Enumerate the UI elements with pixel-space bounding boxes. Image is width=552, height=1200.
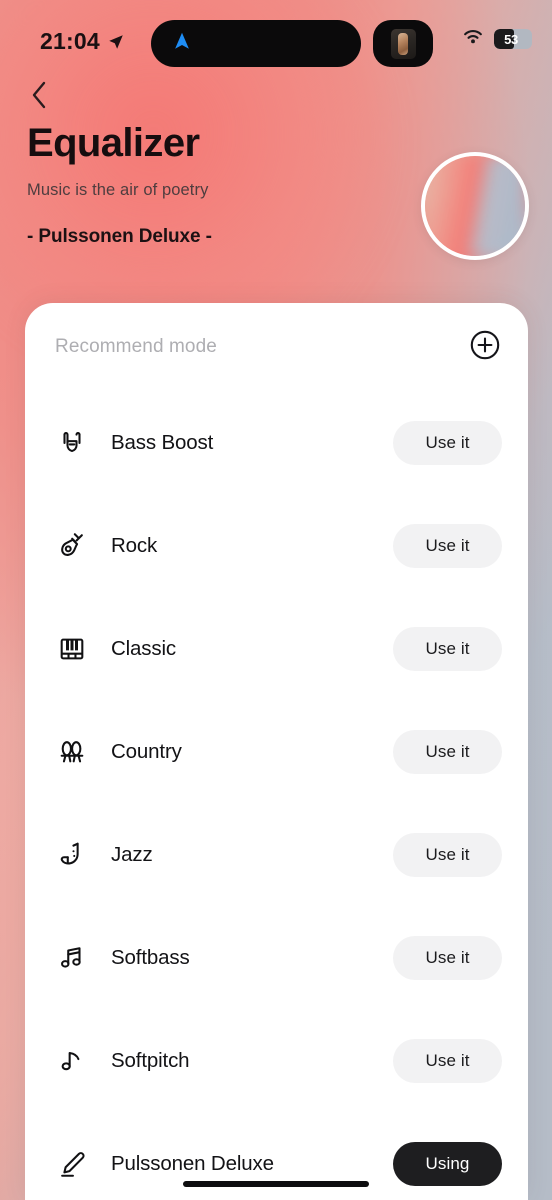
chevron-left-icon [28,80,50,115]
rock-hand-icon [55,426,89,460]
status-bar-indicators: 53 [462,28,532,50]
list-item-label: Pulssonen Deluxe [111,1151,274,1175]
list-item-label: Jazz [111,842,153,866]
list-item-label: Softpitch [111,1048,190,1072]
current-mode-label: - Pulssonen Deluxe - [27,226,212,247]
card-header: Recommend mode [25,303,528,391]
list-item[interactable]: Bass Boost Use it [55,391,502,494]
location-arrow-icon [107,33,125,51]
double-note-icon [55,941,89,975]
use-mode-button[interactable]: Use it [393,832,502,877]
piano-icon [55,632,89,666]
saxophone-icon [55,838,89,872]
page-subtitle: Music is the air of poetry [27,181,209,199]
dynamic-island[interactable] [151,20,361,67]
eq-mode-list: Bass Boost Use it Rock Use it Classic Us… [25,391,528,1200]
page-title: Equalizer [27,121,200,165]
use-mode-button[interactable]: Use it [393,729,502,774]
list-item[interactable]: Classic Use it [55,597,502,700]
status-bar: 21:04 53 [0,0,552,74]
status-bar-clock: 21:04 [40,28,100,54]
navigation-arrow-icon [171,30,193,57]
guitar-icon [55,529,89,563]
add-mode-button[interactable] [468,330,502,364]
back-button[interactable] [18,76,60,118]
bongo-drums-icon [55,735,89,769]
battery-percent-label: 53 [504,31,518,47]
recommend-mode-card: Recommend mode Bass Boost Use it Rock Us… [25,303,528,1200]
list-item[interactable]: Rock Use it [55,494,502,597]
section-title: Recommend mode [55,336,217,357]
pencil-edit-icon [55,1147,89,1181]
list-item-label: Country [111,739,182,763]
page-header: Equalizer Music is the air of poetry - P… [27,122,427,248]
wifi-icon [462,28,484,50]
plus-circle-icon [469,329,501,366]
list-item-label: Bass Boost [111,430,214,454]
use-mode-button[interactable]: Use it [393,523,502,568]
use-mode-button[interactable]: Use it [393,1038,502,1083]
use-mode-button[interactable]: Use it [393,935,502,980]
home-indicator[interactable] [183,1181,369,1187]
using-mode-button[interactable]: Using [393,1141,502,1186]
use-mode-button[interactable]: Use it [393,626,502,671]
dynamic-island-app-pill[interactable] [373,20,433,67]
list-item[interactable]: Country Use it [55,700,502,803]
list-item-label: Rock [111,533,158,557]
avatar[interactable] [421,152,529,260]
list-item[interactable]: Softpitch Use it [55,1009,502,1112]
use-mode-button[interactable]: Use it [393,420,502,465]
list-item-label: Softbass [111,945,190,969]
list-item[interactable]: Jazz Use it [55,803,502,906]
app-thumbnail-icon [390,28,416,59]
single-note-icon [55,1044,89,1078]
battery-indicator: 53 [494,29,532,49]
list-item[interactable]: Softbass Use it [55,906,502,1009]
list-item-label: Classic [111,636,177,660]
status-bar-time-group: 21:04 [40,28,125,55]
